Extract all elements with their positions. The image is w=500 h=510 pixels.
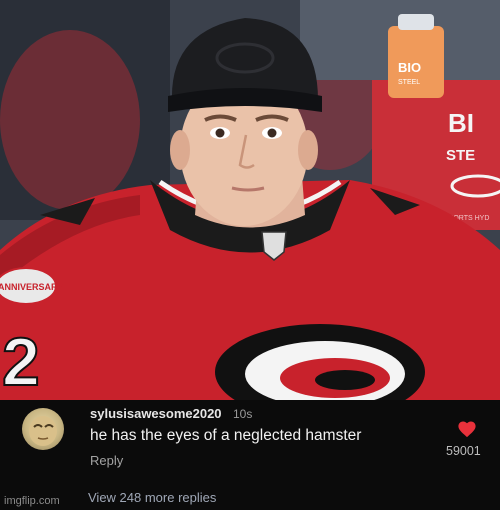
reply-button[interactable]: Reply (90, 453, 123, 468)
svg-text:STE: STE (446, 147, 475, 164)
comment-panel: sylusisawesome2020 10s he has the eyes o… (0, 400, 500, 510)
svg-text:ANNIVERSARY: ANNIVERSARY (0, 282, 63, 292)
comment-timestamp: 10s (233, 407, 253, 421)
comment-text: he has the eyes of a neglected hamster (90, 427, 362, 444)
svg-text:BI: BI (448, 108, 474, 138)
photo-illustration: BI STE SPORTS HYD BIO STEEL 2 ANNIVERSAR… (0, 0, 500, 400)
svg-text:BIO: BIO (398, 60, 421, 75)
commenter-avatar[interactable] (22, 408, 64, 450)
comment-username[interactable]: sylusisawesome2020 (90, 406, 222, 421)
heart-icon[interactable] (457, 420, 477, 438)
imgflip-watermark: imgflip.com (4, 495, 60, 507)
svg-text:2: 2 (2, 324, 40, 400)
view-more-replies-link[interactable]: View 248 more replies (88, 490, 216, 505)
avatar-face-icon (29, 416, 57, 446)
svg-text:STEEL: STEEL (398, 79, 420, 86)
like-count: 59001 (446, 444, 481, 458)
hockey-player-photo: BI STE SPORTS HYD BIO STEEL 2 ANNIVERSAR… (0, 0, 500, 400)
